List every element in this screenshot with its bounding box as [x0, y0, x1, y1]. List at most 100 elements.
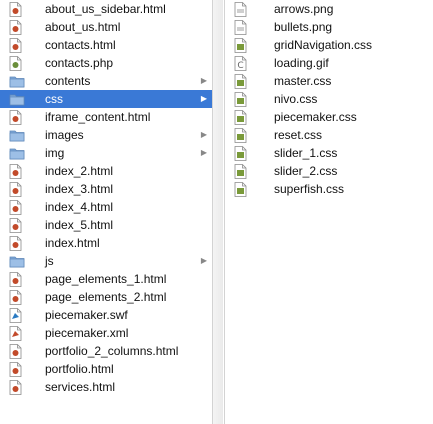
css-file-icon — [234, 74, 247, 89]
disclosure-arrow-icon: ▶ — [200, 256, 207, 265]
html-file-icon — [9, 200, 22, 215]
disclosure-arrow-icon: ▶ — [200, 76, 207, 85]
column-resize-handle[interactable] — [213, 0, 223, 424]
folder-icon — [9, 146, 25, 161]
html-file-icon — [9, 344, 22, 359]
file-row[interactable]: page_elements_2.html — [0, 288, 212, 306]
html-file-icon — [9, 164, 22, 179]
item-name: portfolio.html — [45, 362, 114, 376]
file-row[interactable]: reset.css — [225, 126, 433, 144]
folder-icon — [9, 74, 25, 89]
gif-file-icon: C — [234, 56, 247, 71]
item-name: gridNavigation.css — [274, 38, 373, 52]
image-file-icon — [234, 2, 247, 17]
item-name: iframe_content.html — [45, 110, 151, 124]
file-row[interactable]: nivo.css — [225, 90, 433, 108]
file-row[interactable]: superfish.css — [225, 180, 433, 198]
file-row[interactable]: piecemaker.swf — [0, 306, 212, 324]
disclosure-arrow-icon: ▶ — [200, 94, 207, 103]
item-name: contents — [45, 74, 91, 88]
finder-column-css: arrows.png bullets.png gridNavigation.css C… — [224, 0, 433, 424]
file-row[interactable]: slider_2.css — [225, 162, 433, 180]
file-row[interactable]: index_5.html — [0, 216, 212, 234]
item-name: loading.gif — [274, 56, 329, 70]
file-row[interactable]: iframe_content.html — [0, 108, 212, 126]
item-name: about_us.html — [45, 20, 121, 34]
svg-text:C: C — [237, 61, 243, 71]
css-file-icon — [234, 164, 247, 179]
item-name: index.html — [45, 236, 100, 250]
html-file-icon — [9, 236, 22, 251]
file-row[interactable]: master.css — [225, 72, 433, 90]
file-row[interactable]: Cloading.gif — [225, 54, 433, 72]
css-file-icon — [234, 92, 247, 107]
php-file-icon — [9, 56, 22, 71]
html-file-icon — [9, 110, 22, 125]
file-row[interactable]: slider_1.css — [225, 144, 433, 162]
item-name: piecemaker.xml — [45, 326, 129, 340]
item-name: page_elements_2.html — [45, 290, 167, 304]
html-file-icon — [9, 290, 22, 305]
file-row[interactable]: portfolio.html — [0, 360, 212, 378]
file-row[interactable]: contacts.html — [0, 36, 212, 54]
folder-row[interactable]: img ▶ — [0, 144, 212, 162]
html-file-icon — [9, 362, 22, 377]
item-name: contacts.php — [45, 56, 114, 70]
item-name: arrows.png — [274, 2, 334, 16]
item-name: superfish.css — [274, 182, 345, 196]
item-name: slider_2.css — [274, 164, 338, 178]
file-row[interactable]: contacts.php — [0, 54, 212, 72]
file-row[interactable]: about_us.html — [0, 18, 212, 36]
item-name: about_us_sidebar.html — [45, 2, 166, 16]
folder-row[interactable]: css ▶ — [0, 90, 212, 108]
file-row[interactable]: portfolio_2_columns.html — [0, 342, 212, 360]
folder-icon — [9, 254, 25, 269]
css-file-icon — [234, 182, 247, 197]
folder-row[interactable]: contents ▶ — [0, 72, 212, 90]
html-file-icon — [9, 272, 22, 287]
file-row[interactable]: services.html — [0, 378, 212, 396]
item-name: services.html — [45, 380, 116, 394]
item-name: master.css — [274, 74, 332, 88]
file-row[interactable]: index.html — [0, 234, 212, 252]
xml-file-icon — [9, 326, 22, 341]
item-name: nivo.css — [274, 92, 318, 106]
file-row[interactable]: index_4.html — [0, 198, 212, 216]
image-file-icon — [234, 20, 247, 35]
file-row[interactable]: piecemaker.xml — [0, 324, 212, 342]
css-file-icon — [234, 110, 247, 125]
folder-icon — [9, 92, 25, 107]
item-name: page_elements_1.html — [45, 272, 167, 286]
file-row[interactable]: piecemaker.css — [225, 108, 433, 126]
folder-row[interactable]: js ▶ — [0, 252, 212, 270]
disclosure-arrow-icon: ▶ — [200, 148, 207, 157]
file-row[interactable]: about_us_sidebar.html — [0, 0, 212, 18]
item-name: index_3.html — [45, 182, 114, 196]
disclosure-arrow-icon: ▶ — [200, 130, 207, 139]
file-row[interactable]: bullets.png — [225, 18, 433, 36]
html-file-icon — [9, 38, 22, 53]
css-file-icon — [234, 38, 247, 53]
item-name: piecemaker.swf — [45, 308, 128, 322]
swf-file-icon — [9, 308, 22, 323]
html-file-icon — [9, 2, 22, 17]
item-name: images — [45, 128, 84, 142]
item-name: contacts.html — [45, 38, 116, 52]
html-file-icon — [9, 20, 22, 35]
item-name: slider_1.css — [274, 146, 338, 160]
folder-icon — [9, 128, 25, 143]
html-file-icon — [9, 182, 22, 197]
file-row[interactable]: page_elements_1.html — [0, 270, 212, 288]
item-name: bullets.png — [274, 20, 333, 34]
file-row[interactable]: index_3.html — [0, 180, 212, 198]
html-file-icon — [9, 218, 22, 233]
file-row[interactable]: arrows.png — [225, 0, 433, 18]
file-row[interactable]: index_2.html — [0, 162, 212, 180]
css-file-icon — [234, 128, 247, 143]
item-name: reset.css — [274, 128, 323, 142]
item-name: index_4.html — [45, 200, 114, 214]
folder-row[interactable]: images ▶ — [0, 126, 212, 144]
item-name: portfolio_2_columns.html — [45, 344, 179, 358]
file-row[interactable]: gridNavigation.css — [225, 36, 433, 54]
item-name: js — [45, 254, 54, 268]
